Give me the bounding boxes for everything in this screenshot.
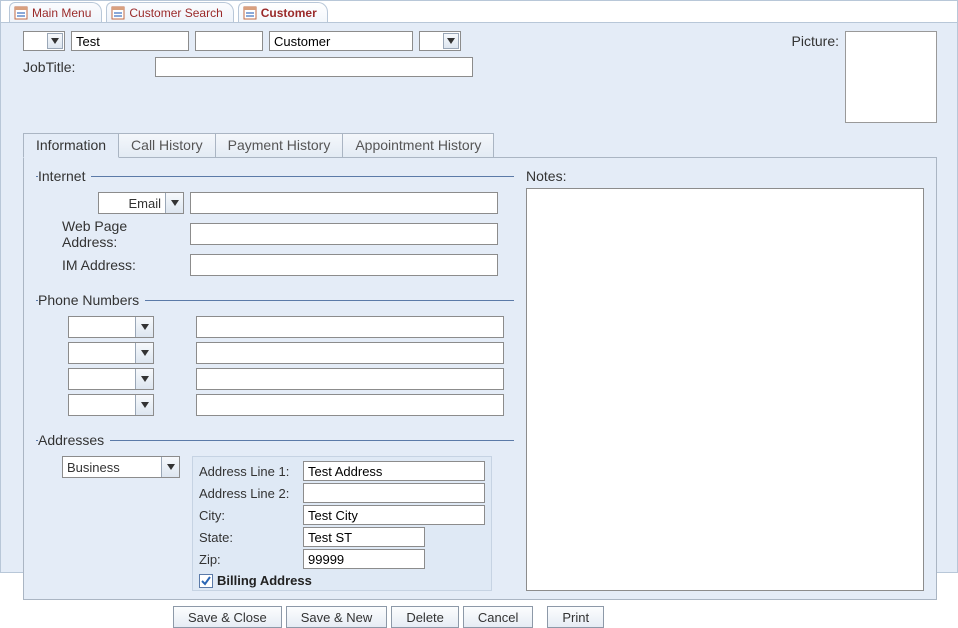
email-type-value: Email (99, 196, 165, 211)
state-input[interactable] (303, 527, 425, 547)
email-input[interactable] (190, 192, 498, 214)
picture-area: Picture: (792, 31, 937, 123)
form-icon (14, 6, 28, 20)
chevron-down-icon (135, 369, 153, 389)
city-input[interactable] (303, 505, 485, 525)
email-type-dropdown[interactable]: Email (98, 192, 184, 214)
address-line2-label: Address Line 2: (199, 486, 299, 501)
window-tab-bar: Main Menu Customer Search Customer (1, 1, 957, 23)
phone-number-input[interactable] (196, 342, 504, 364)
window-tab-customer[interactable]: Customer (238, 2, 328, 22)
job-title-label: JobTitle: (23, 59, 145, 75)
billing-address-checkbox[interactable] (199, 574, 213, 588)
save-close-button[interactable]: Save & Close (173, 606, 282, 628)
state-label: State: (199, 530, 299, 545)
name-block: JobTitle: (23, 31, 473, 77)
form-icon (111, 6, 125, 20)
phone-type-dropdown[interactable] (68, 368, 154, 390)
phone-number-input[interactable] (196, 316, 504, 338)
address-panel: Address Line 1: Address Line 2: City: (192, 456, 492, 591)
phone-type-dropdown[interactable] (68, 316, 154, 338)
tab-appointment-history[interactable]: Appointment History (342, 133, 494, 157)
billing-address-label: Billing Address (217, 573, 312, 588)
address-line1-input[interactable] (303, 461, 485, 481)
detail-tabs: Information Call History Payment History… (23, 133, 937, 628)
address-type-value: Business (63, 460, 161, 475)
im-input[interactable] (190, 254, 498, 276)
addresses-group: Addresses Business Address Line 1: (36, 432, 514, 591)
address-line1-label: Address Line 1: (199, 464, 299, 479)
title-dropdown[interactable] (23, 31, 65, 51)
phone-type-dropdown[interactable] (68, 342, 154, 364)
phone-number-input[interactable] (196, 394, 504, 416)
chevron-down-icon (165, 193, 183, 213)
zip-label: Zip: (199, 552, 299, 567)
chevron-down-icon (135, 343, 153, 363)
phone-legend: Phone Numbers (38, 292, 145, 308)
chevron-down-icon (161, 457, 179, 477)
picture-label: Picture: (792, 31, 839, 123)
internet-legend: Internet (38, 168, 91, 184)
city-label: City: (199, 508, 299, 523)
window-tab-customer-search[interactable]: Customer Search (106, 2, 233, 22)
web-input[interactable] (190, 223, 498, 245)
chevron-down-icon (443, 33, 459, 49)
im-label: IM Address: (62, 257, 184, 273)
address-type-dropdown[interactable]: Business (62, 456, 180, 478)
detail-tab-bar: Information Call History Payment History… (23, 133, 937, 157)
suffix-dropdown[interactable] (419, 31, 461, 51)
tab-information[interactable]: Information (23, 133, 119, 158)
tab-payment-history[interactable]: Payment History (215, 133, 344, 157)
phone-number-input[interactable] (196, 368, 504, 390)
form-icon (243, 6, 257, 20)
phone-group: Phone Numbers (36, 292, 514, 420)
chevron-down-icon (47, 33, 63, 49)
window-tab-main-menu[interactable]: Main Menu (9, 2, 102, 22)
cancel-button[interactable]: Cancel (463, 606, 533, 628)
window-tab-label: Main Menu (32, 6, 91, 20)
zip-input[interactable] (303, 549, 425, 569)
notes-textarea[interactable] (526, 188, 924, 591)
tab-call-history[interactable]: Call History (118, 133, 216, 157)
addresses-legend: Addresses (38, 432, 110, 448)
save-new-button[interactable]: Save & New (286, 606, 388, 628)
job-title-input[interactable] (155, 57, 473, 77)
last-name-input[interactable] (269, 31, 413, 51)
address-line2-input[interactable] (303, 483, 485, 503)
picture-box[interactable] (845, 31, 937, 123)
phone-type-dropdown[interactable] (68, 394, 154, 416)
chevron-down-icon (135, 317, 153, 337)
left-column: Internet Email Web Page Address: (36, 168, 514, 591)
action-button-row: Save & Close Save & New Delete Cancel Pr… (23, 600, 937, 628)
print-button[interactable]: Print (547, 606, 604, 628)
window-tab-label: Customer Search (129, 6, 222, 20)
middle-name-input[interactable] (195, 31, 263, 51)
notes-label: Notes: (526, 168, 924, 184)
window-tab-label: Customer (261, 6, 317, 20)
right-column: Notes: (526, 168, 924, 591)
delete-button[interactable]: Delete (391, 606, 459, 628)
tab-content: Internet Email Web Page Address: (23, 157, 937, 600)
header-row: JobTitle: Picture: (1, 23, 957, 123)
customer-form-window: Main Menu Customer Search Customer (0, 0, 958, 573)
internet-group: Internet Email Web Page Address: (36, 168, 514, 280)
first-name-input[interactable] (71, 31, 189, 51)
chevron-down-icon (135, 395, 153, 415)
web-label: Web Page Address: (62, 218, 184, 250)
